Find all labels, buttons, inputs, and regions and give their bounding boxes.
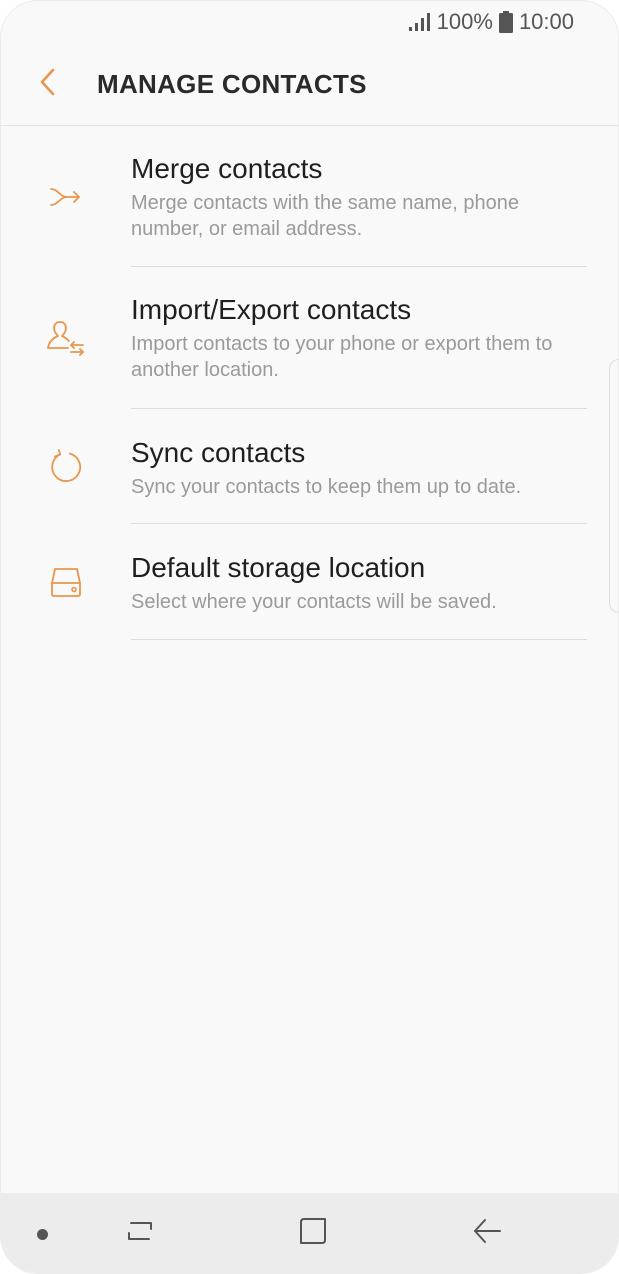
list-item-default-storage-location[interactable]: Default storage location Select where yo… — [1, 524, 618, 640]
nav-dot-indicator — [37, 1229, 48, 1240]
page-title: MANAGE CONTACTS — [97, 68, 367, 99]
list-item-text: Sync contacts Sync your contacts to keep… — [131, 409, 587, 524]
storage-icon — [1, 524, 131, 640]
home-icon — [298, 1216, 328, 1251]
list-item-sync-contacts[interactable]: Sync contacts Sync your contacts to keep… — [1, 409, 618, 524]
list-item-text: Merge contacts Merge contacts with the s… — [131, 126, 587, 267]
back-nav-button[interactable] — [467, 1213, 507, 1253]
list-item-import-export-contacts[interactable]: Import/Export contacts Import contacts t… — [1, 267, 618, 409]
list-item-text: Default storage location Select where yo… — [131, 524, 587, 640]
item-description: Import contacts to your phone or export … — [131, 333, 553, 381]
item-title: Sync contacts — [131, 437, 306, 468]
edge-panel-handle[interactable] — [609, 359, 618, 613]
recent-apps-icon — [125, 1219, 155, 1248]
clock: 10:00 — [518, 9, 574, 34]
sync-icon — [1, 409, 131, 524]
item-title: Import/Export contacts — [131, 294, 412, 325]
list-item-merge-contacts[interactable]: Merge contacts Merge contacts with the s… — [1, 126, 618, 267]
back-arrow-icon — [472, 1216, 502, 1251]
item-title: Default storage location — [131, 552, 426, 583]
recent-apps-button[interactable] — [120, 1213, 160, 1253]
back-button[interactable] — [21, 57, 75, 111]
item-description: Select where your contacts will be saved… — [131, 591, 497, 613]
item-description: Merge contacts with the same name, phone… — [131, 192, 519, 240]
merge-icon — [1, 126, 131, 267]
battery-icon — [498, 11, 513, 33]
app-header: MANAGE CONTACTS — [1, 43, 618, 126]
navigation-bar — [1, 1193, 618, 1273]
import-export-icon — [1, 267, 131, 409]
status-bar: 100% 10:00 — [1, 1, 618, 43]
battery-level: 100% — [436, 9, 493, 34]
home-button[interactable] — [293, 1213, 333, 1253]
item-title: Merge contacts — [131, 153, 323, 184]
phone-screen: 100% 10:00 MANAGE CONTACTS Merge contact… — [0, 0, 619, 1274]
item-description: Sync your contacts to keep them up to da… — [131, 476, 522, 498]
list-item-text: Import/Export contacts Import contacts t… — [131, 267, 587, 409]
chevron-left-icon — [38, 67, 58, 102]
settings-list: Merge contacts Merge contacts with the s… — [1, 126, 618, 640]
signal-icon — [407, 12, 431, 32]
